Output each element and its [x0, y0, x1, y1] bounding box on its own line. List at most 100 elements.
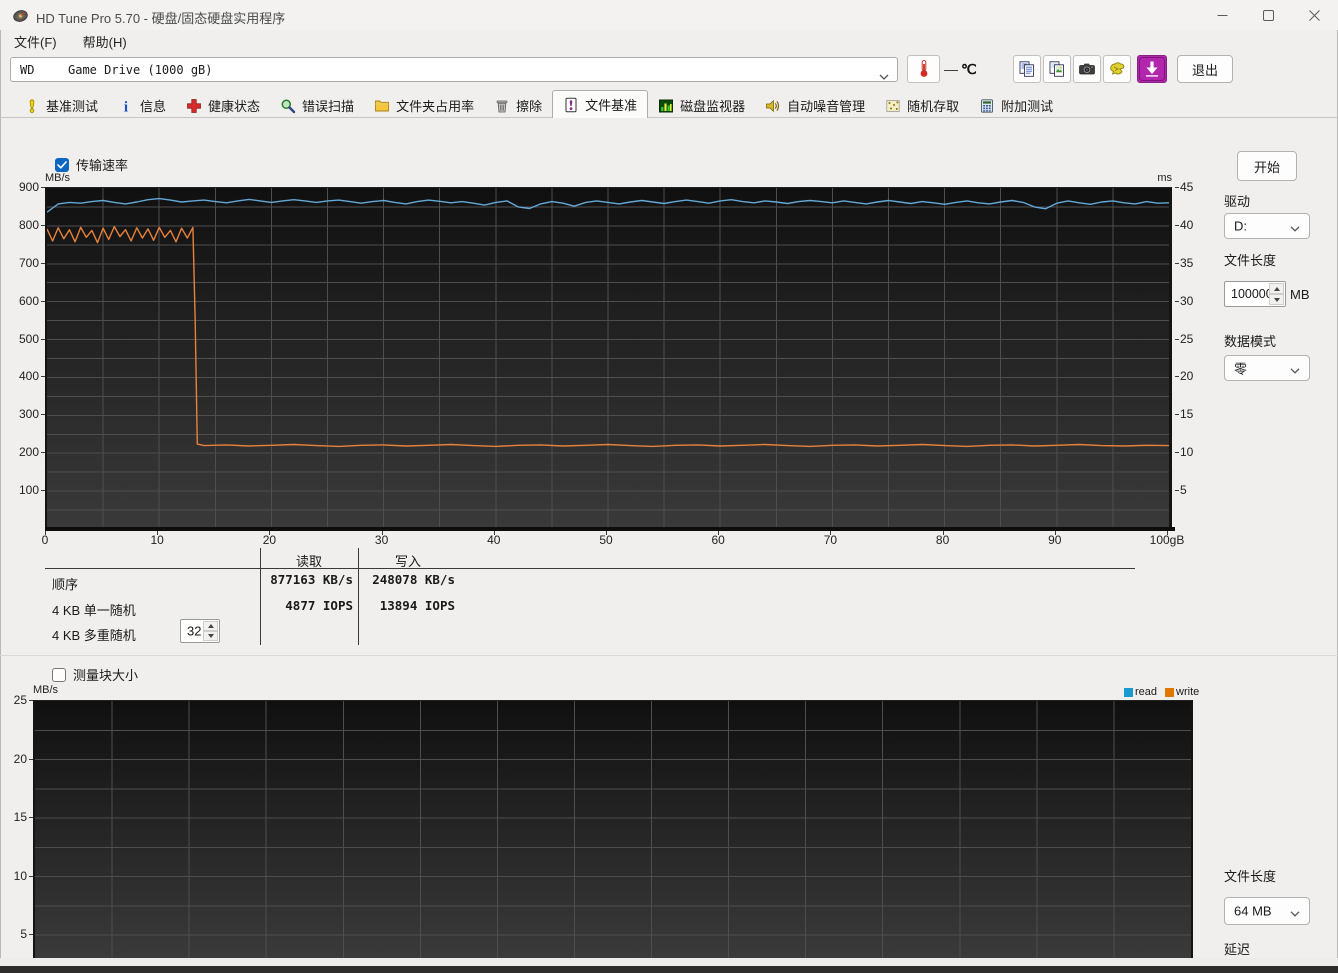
main-x-tick: 100gB: [1149, 533, 1185, 547]
tab-file-benchmark[interactable]: 文件基准: [552, 90, 649, 118]
chevron-down-icon: [879, 67, 889, 85]
tab-health[interactable]: 健康状态: [176, 93, 270, 118]
export-button[interactable]: [1103, 55, 1131, 83]
block-file-length-value: 64 MB: [1234, 903, 1272, 919]
main-y-left-tick: 600: [18, 293, 39, 308]
copy-image-icon: [1048, 60, 1066, 78]
4k-single-read-value: 4877 IOPS: [285, 598, 353, 613]
tab-folder-usage[interactable]: 文件夹占用率: [364, 93, 484, 118]
drive-name: Game Drive (1000 gB): [68, 63, 213, 77]
main-y-right-tick: 5: [1180, 483, 1187, 498]
file-length-label: 文件长度: [1224, 253, 1277, 268]
maximize-button[interactable]: [1245, 0, 1291, 30]
main-chart-ylabel-right: ms: [1157, 172, 1172, 184]
block-file-length-label: 文件长度: [1224, 869, 1277, 884]
tab-error-scan[interactable]: 错误扫描: [270, 93, 364, 118]
main-y-left-tick: 100: [18, 483, 39, 498]
file-length-down-button[interactable]: [1269, 294, 1284, 305]
block-y-tick: 10: [13, 868, 27, 883]
temperature-button[interactable]: [907, 55, 940, 83]
drive-vendor: WD: [20, 63, 35, 77]
row-label-4k-multi: 4 KB 多重随机: [52, 628, 136, 643]
main-x-tick: 70: [823, 533, 838, 547]
data-mode-select[interactable]: 零: [1224, 355, 1310, 381]
drive-select[interactable]: WD Game Drive (1000 gB): [10, 57, 898, 82]
queue-depth-down-button[interactable]: [203, 631, 218, 641]
camera-icon: [1078, 60, 1096, 78]
main-x-tick: 10: [150, 533, 164, 547]
tab-label: 随机存取: [907, 99, 960, 114]
main-y-left-tick: 500: [18, 331, 39, 346]
folder-icon: [374, 98, 390, 114]
main-y-left-tick: 800: [18, 217, 39, 232]
tab-erase[interactable]: 擦除: [484, 93, 552, 118]
tab-benchmark[interactable]: 基准测试: [14, 93, 108, 118]
block-size-chart: [33, 700, 1193, 958]
legend-label: read: [1135, 686, 1158, 698]
hd-tune-window: HD Tune Pro 5.70 - 硬盘/固态硬盘实用程序 文件(F) 帮助(…: [0, 0, 1338, 973]
close-button[interactable]: [1291, 0, 1337, 30]
tab-bar: 基准测试 i 信息 健康状态 错误扫描 文件夹占用率 擦除 文件基准 磁盘监视器 自动噪音管理 随机…: [0, 90, 1338, 118]
main-y-right-tick: 40: [1180, 217, 1194, 232]
tab-label: 擦除: [516, 99, 543, 114]
tab-info[interactable]: i 信息: [108, 93, 176, 118]
main-y-right-tick: 25: [1180, 331, 1194, 346]
main-chart-x-axis: [45, 527, 1175, 531]
queue-depth-stepper[interactable]: 32: [180, 619, 220, 643]
main-x-tick: 40: [487, 533, 501, 547]
block-y-tick: 5: [20, 927, 27, 941]
tab-random-access[interactable]: 随机存取: [875, 93, 969, 118]
table-header-underline: [45, 568, 1135, 569]
main-x-tick: 50: [599, 533, 613, 547]
legend-item-read: read: [1124, 686, 1157, 698]
transfer-rate-chart: [45, 187, 1172, 530]
taskbar-strip: [0, 966, 1338, 973]
temperature-unit: ℃: [961, 61, 977, 77]
temperature-value: —: [944, 61, 958, 77]
exit-button[interactable]: 退出: [1177, 55, 1233, 83]
checkbox-unchecked-icon: [52, 667, 66, 682]
tab-label: 文件夹占用率: [396, 99, 475, 114]
main-x-tick: 0: [41, 533, 49, 547]
tab-aam[interactable]: 自动噪音管理: [755, 93, 875, 118]
error-scan-icon: [280, 98, 296, 114]
table-vline-1: [260, 548, 261, 645]
copy-text-button[interactable]: [1013, 55, 1041, 83]
update-button[interactable]: [1137, 55, 1167, 83]
main-x-tick: 80: [935, 533, 950, 547]
transfer-rate-label: 传输速率: [76, 158, 129, 173]
queue-depth-up-button[interactable]: [203, 621, 218, 631]
main-x-tick: 20: [262, 533, 277, 547]
copy-image-button[interactable]: [1043, 55, 1071, 83]
main-y-left-tick: 400: [18, 369, 39, 384]
block-file-length-select[interactable]: 64 MB: [1224, 897, 1310, 925]
main-x-tick: 90: [1048, 533, 1062, 547]
queue-depth-value: 32: [187, 623, 202, 639]
tab-label: 错误扫描: [302, 99, 355, 114]
thermometer-icon: [915, 59, 933, 79]
tab-extra-tests[interactable]: 附加测试: [969, 93, 1063, 118]
main-y-left-tick: 200: [18, 445, 39, 460]
file-length-up-button[interactable]: [1269, 283, 1284, 294]
menu-file[interactable]: 文件(F): [10, 30, 61, 53]
tab-disk-monitor[interactable]: 磁盘监视器: [648, 93, 755, 118]
sequential-read-value: 877163 KB/s: [270, 572, 353, 587]
minimize-button[interactable]: [1199, 0, 1245, 30]
data-mode-value: 零: [1234, 361, 1248, 377]
main-y-left-tick: 700: [18, 255, 39, 270]
menu-help[interactable]: 帮助(H): [79, 30, 131, 53]
section-divider: [0, 655, 1338, 656]
legend-label: write: [1176, 686, 1200, 698]
random-access-icon: [885, 98, 901, 114]
checkbox-checked-icon: [55, 157, 69, 172]
target-drive-select[interactable]: D:: [1224, 213, 1310, 239]
screenshot-button[interactable]: [1073, 55, 1101, 83]
block-size-checkbox[interactable]: 测量块大小: [52, 665, 138, 684]
info-icon: i: [118, 98, 134, 114]
main-y-right-tick: 30: [1180, 293, 1194, 308]
main-y-right-tick: 35: [1180, 255, 1194, 270]
start-button[interactable]: 开始: [1237, 151, 1297, 181]
file-length-stepper[interactable]: 100000: [1224, 281, 1286, 307]
chevron-down-icon: [1290, 904, 1300, 922]
block-y-tick: 20: [13, 751, 27, 766]
